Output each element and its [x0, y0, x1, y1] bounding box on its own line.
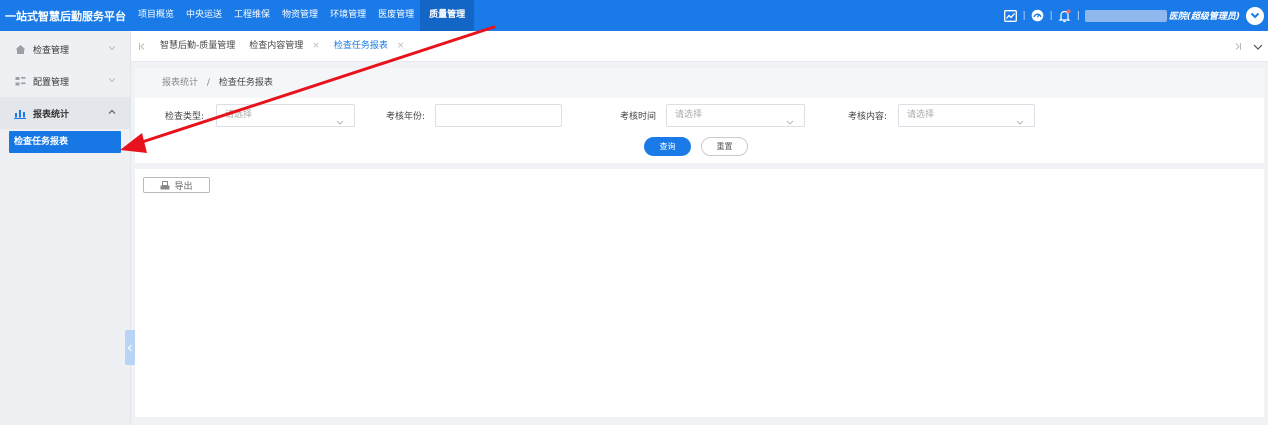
chevron-left-icon: [127, 344, 132, 351]
assessment-year-label: 考核年份:: [386, 112, 426, 122]
tabs-scroll-right-icon[interactable]: [1228, 31, 1248, 62]
assessment-content-label: 考核内容:: [848, 112, 888, 122]
inspection-type-select[interactable]: 请选择: [216, 104, 355, 127]
close-icon[interactable]: ×: [312, 31, 320, 62]
chevron-down-icon: [108, 76, 116, 86]
user-menu-chevron-icon[interactable]: [1246, 6, 1264, 25]
select-placeholder: 请选择: [675, 110, 703, 120]
tab-label: 检查任务报表: [333, 40, 388, 51]
chevron-down-icon: [108, 44, 116, 54]
home-icon: [14, 43, 26, 55]
export-label: 导出: [174, 181, 193, 192]
chevron-down-icon: [336, 113, 344, 134]
nav-item-medical-waste[interactable]: 医废管理: [372, 0, 420, 31]
close-icon[interactable]: ×: [397, 31, 405, 62]
tab-quality-home[interactable]: 智慧后勤-质量管理: [153, 31, 242, 62]
select-placeholder: 请选择: [907, 110, 935, 120]
tab-inspection-task-report[interactable]: 检查任务报表 ×: [327, 31, 412, 62]
main-nav: 项目概览 中央运送 工程维保 物资管理 环境管理 医废管理 质量管理: [132, 0, 475, 31]
tab-label: 智慧后勤-质量管理: [160, 40, 236, 51]
assessment-time-select[interactable]: 请选择: [666, 104, 805, 127]
sidebar-subitem-inspection-task-report[interactable]: 检查任务报表: [9, 131, 121, 153]
export-icon: [160, 180, 170, 190]
tabs-menu-chevron-down-icon[interactable]: [1248, 31, 1268, 62]
nav-item-central-transport[interactable]: 中央运送: [180, 0, 228, 31]
bar-chart-icon: [14, 107, 26, 119]
breadcrumb-separator: /: [206, 78, 210, 88]
user-name-redacted: [1084, 9, 1167, 22]
query-button[interactable]: 查询: [644, 137, 691, 156]
inspection-type-label: 检查类型:: [165, 112, 205, 122]
header-divider: |: [1076, 10, 1080, 21]
sidebar-item-label: 配置管理: [33, 77, 70, 88]
sidebar-item-label: 检查管理: [33, 45, 70, 56]
breadcrumb-parent[interactable]: 报表统计: [162, 78, 198, 88]
chevron-down-icon: [786, 113, 794, 134]
header-actions: | | | 医院(超级管理员): [1004, 0, 1264, 31]
sidebar-item-inspection-management[interactable]: 检查管理: [0, 33, 130, 65]
tab-label: 检查内容管理: [249, 40, 304, 51]
sidebar-collapse-handle[interactable]: [125, 330, 135, 365]
breadcrumb-current: 检查任务报表: [218, 78, 273, 88]
filter-panel: 报表统计 / 检查任务报表 检查类型: 请选择 考核年份: 考核时间 请选择 考…: [135, 68, 1264, 163]
nav-item-project-overview[interactable]: 项目概览: [132, 0, 180, 31]
tabs-scroll-left-icon[interactable]: [131, 31, 153, 62]
grid-icon: [14, 75, 26, 87]
sidebar: 检查管理 配置管理 报表统计 检查任务报表: [0, 31, 131, 425]
header-divider: |: [1049, 10, 1053, 21]
breadcrumb: 报表统计 / 检查任务报表: [135, 68, 1264, 98]
assessment-content-select[interactable]: 请选择: [898, 104, 1035, 127]
nav-item-engineering-maintenance[interactable]: 工程维保: [228, 0, 276, 31]
chevron-down-icon: [1016, 113, 1024, 134]
top-navbar: 一站式智慧后勤服务平台 项目概览 中央运送 工程维保 物资管理 环境管理 医废管…: [0, 0, 1268, 31]
select-placeholder: 请选择: [225, 110, 253, 120]
dashboard-icon[interactable]: [1031, 9, 1045, 23]
assessment-year-input[interactable]: [435, 104, 562, 127]
sidebar-item-report-statistics[interactable]: 报表统计: [0, 97, 130, 129]
export-button[interactable]: 导出: [143, 177, 210, 193]
header-divider: |: [1022, 10, 1026, 21]
sidebar-item-config-management[interactable]: 配置管理: [0, 65, 130, 97]
report-panel: 导出: [135, 169, 1264, 417]
nav-item-quality[interactable]: 质量管理: [420, 0, 475, 31]
sidebar-item-label: 报表统计: [33, 109, 70, 120]
chevron-up-icon: [108, 108, 116, 118]
tab-inspection-content-management[interactable]: 检查内容管理 ×: [242, 31, 327, 62]
user-name[interactable]: 医院(超级管理员): [1169, 9, 1240, 22]
bell-icon[interactable]: [1058, 9, 1072, 23]
reset-button[interactable]: 重置: [701, 137, 748, 156]
assessment-time-label: 考核时间: [620, 112, 657, 122]
tabs-bar: 智慧后勤-质量管理 检查内容管理 × 检查任务报表 ×: [131, 31, 1268, 62]
nav-item-materials[interactable]: 物资管理: [276, 0, 324, 31]
chart-icon[interactable]: [1004, 9, 1018, 23]
app-title: 一站式智慧后勤服务平台: [5, 9, 126, 23]
nav-item-environment[interactable]: 环境管理: [324, 0, 372, 31]
